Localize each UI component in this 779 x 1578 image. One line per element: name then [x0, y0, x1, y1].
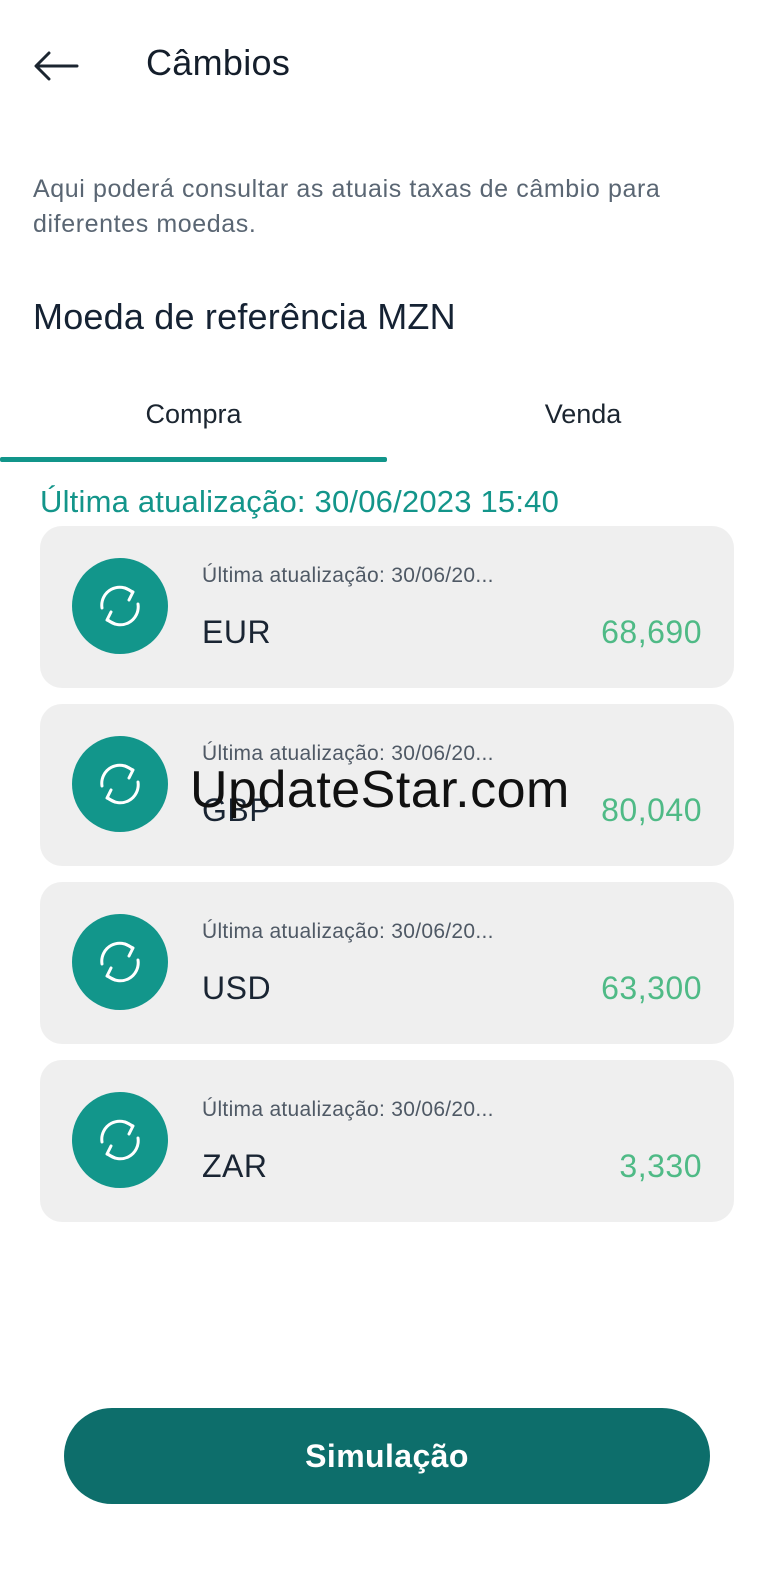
refresh-icon [100, 941, 140, 983]
currency-rate: 68,690 [601, 614, 702, 650]
currency-code: USD [202, 970, 272, 1006]
currency-code: ZAR [202, 1148, 268, 1184]
tab-compra[interactable]: Compra [0, 378, 387, 462]
currency-icon-circle [72, 736, 168, 832]
currency-icon-circle [72, 914, 168, 1010]
rate-card-usd[interactable]: Última atualização: 30/06/20... USD 63,3… [40, 882, 734, 1044]
refresh-icon [100, 585, 140, 627]
reference-currency-title: Moeda de referência MZN [33, 296, 456, 337]
currency-code: EUR [202, 614, 272, 650]
card-updated-text: Última atualização: 30/06/20... [202, 564, 494, 587]
refresh-icon [100, 1119, 140, 1161]
exchange-rates-screen: Câmbios Aqui poderá consultar as atuais … [0, 0, 779, 1578]
last-update-text: Última atualização: 30/06/2023 15:40 [40, 484, 560, 519]
rate-card-zar[interactable]: Última atualização: 30/06/20... ZAR 3,33… [40, 1060, 734, 1222]
active-tab-indicator [0, 457, 387, 462]
currency-icon-circle [72, 558, 168, 654]
rate-type-tabs: Compra Venda [0, 378, 779, 462]
refresh-icon [100, 763, 140, 805]
currency-icon-circle [72, 1092, 168, 1188]
currency-rate: 80,040 [601, 792, 702, 828]
back-button[interactable] [22, 36, 90, 96]
card-updated-text: Última atualização: 30/06/20... [202, 920, 494, 943]
rate-card-gbp[interactable]: Última atualização: 30/06/20... GBP 80,0… [40, 704, 734, 866]
card-updated-text: Última atualização: 30/06/20... [202, 742, 494, 765]
currency-code: GBP [202, 792, 272, 828]
app-header: Câmbios [0, 0, 779, 132]
rate-card-eur[interactable]: Última atualização: 30/06/20... EUR 68,6… [40, 526, 734, 688]
currency-rate: 3,330 [619, 1148, 702, 1184]
currency-rate: 63,300 [601, 970, 702, 1006]
page-title: Câmbios [146, 42, 291, 83]
arrow-left-icon [34, 51, 79, 81]
tab-venda[interactable]: Venda [387, 378, 779, 462]
card-updated-text: Última atualização: 30/06/20... [202, 1098, 494, 1121]
simulation-button[interactable]: Simulação [64, 1408, 710, 1504]
page-description: Aqui poderá consultar as atuais taxas de… [33, 175, 661, 238]
